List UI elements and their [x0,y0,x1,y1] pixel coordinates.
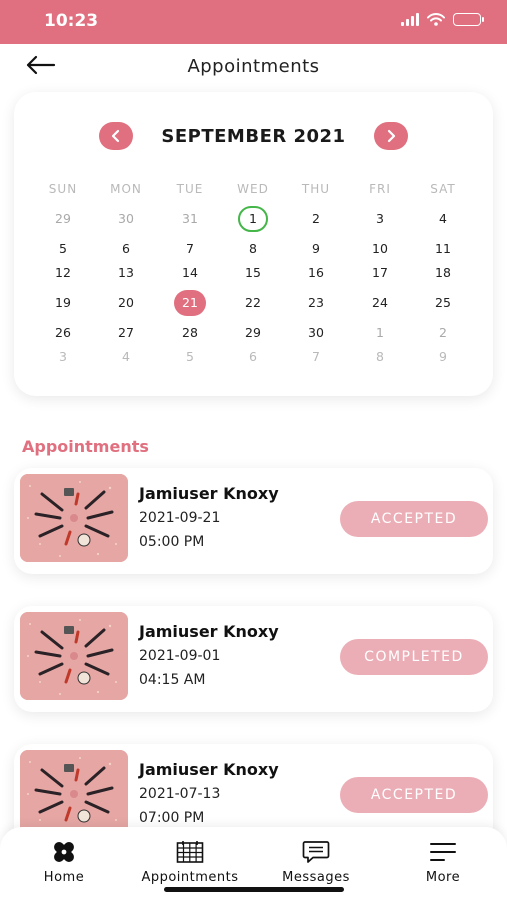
calendar-day[interactable]: 3 [364,206,396,232]
calendar-day[interactable]: 1 [364,320,396,346]
calendar-day[interactable]: 30 [300,320,332,346]
weekday-header: SUN [48,182,78,196]
status-badge[interactable]: ACCEPTED [340,777,488,813]
tab-appointments[interactable]: Appointments [135,839,245,885]
calendar-grid-icon [176,841,204,863]
status-bar: 10:23 [0,0,507,44]
tab-more[interactable]: More [388,839,498,885]
tab-messages[interactable]: Messages [261,839,371,885]
appointment-thumbnail [20,474,128,562]
weekday-header: TUE [176,182,204,196]
calendar-day[interactable]: 7 [300,344,332,370]
makeup-flatlay-image [20,750,128,838]
wifi-icon [427,13,445,26]
tab-home-label: Home [43,870,85,885]
calendar-day[interactable]: 11 [427,236,459,262]
calendar-day[interactable]: 1 [238,206,268,232]
weekday-header: FRI [369,182,391,196]
chevron-right-icon [387,129,396,143]
appointment-time: 05:00 PM [139,534,205,550]
calendar-day[interactable]: 20 [110,290,142,316]
calendar-day[interactable]: 14 [174,260,206,286]
calendar-day[interactable]: 19 [47,290,79,316]
status-badge[interactable]: ACCEPTED [340,501,488,537]
calendar-day[interactable]: 16 [300,260,332,286]
status-badge[interactable]: COMPLETED [340,639,488,675]
appointment-date: 2021-09-01 [139,648,221,664]
calendar-day[interactable]: 3 [47,344,79,370]
calendar-day[interactable]: 24 [364,290,396,316]
tab-messages-label: Messages [282,870,350,885]
calendar-day[interactable]: 18 [427,260,459,286]
tab-appointments-label: Appointments [141,870,239,885]
tab-home[interactable]: Home [9,839,119,885]
month-title: SEPTEMBER 2021 [161,126,346,147]
calendar-day[interactable]: 17 [364,260,396,286]
calendar-day[interactable]: 9 [427,344,459,370]
calendar-day[interactable]: 13 [110,260,142,286]
appointment-time: 04:15 AM [139,672,206,688]
appointment-date: 2021-09-21 [139,510,221,526]
appointment-name: Jamiuser Knoxy [139,622,279,641]
nav-header: Appointments [0,44,507,90]
calendar-day[interactable]: 25 [427,290,459,316]
calendar-day[interactable]: 30 [110,206,142,232]
status-icons [401,13,484,26]
weekday-header: WED [237,182,269,196]
appointment-thumbnail [20,612,128,700]
calendar-day[interactable]: 29 [237,320,269,346]
makeup-flatlay-image [20,474,128,562]
calendar-day[interactable]: 6 [110,236,142,262]
makeup-flatlay-image [20,612,128,700]
appointment-time: 07:00 PM [139,810,205,826]
battery-icon [453,13,484,26]
appointment-card[interactable]: Jamiuser Knoxy 2021-09-01 04:15 AM COMPL… [14,606,493,712]
appointment-name: Jamiuser Knoxy [139,484,279,503]
calendar-day[interactable]: 12 [47,260,79,286]
appointment-thumbnail [20,750,128,838]
calendar-day[interactable]: 8 [237,236,269,262]
calendar-day[interactable]: 8 [364,344,396,370]
bandage-icon [54,842,74,862]
calendar-card: SEPTEMBER 2021 SUN MON TUE WED THU FRI SAT 29 30… [14,92,493,396]
appointment-card[interactable]: Jamiuser Knoxy 2021-09-21 05:00 PM ACCEP… [14,468,493,574]
calendar-day[interactable]: 28 [174,320,206,346]
weekday-header: MON [110,182,142,196]
calendar-day[interactable]: 5 [47,236,79,262]
month-navigation: SEPTEMBER 2021 [14,122,493,154]
tab-more-label: More [425,870,461,885]
calendar-day[interactable]: 15 [237,260,269,286]
calendar-day[interactable]: 26 [47,320,79,346]
calendar-day[interactable]: 7 [174,236,206,262]
weekday-header: THU [301,182,331,196]
calendar-day[interactable]: 2 [427,320,459,346]
page-title: Appointments [187,56,320,77]
calendar-day[interactable]: 29 [47,206,79,232]
appointment-name: Jamiuser Knoxy [139,760,279,779]
status-time: 10:23 [44,11,99,31]
calendar-day[interactable]: 4 [110,344,142,370]
calendar-day[interactable]: 23 [300,290,332,316]
weekday-header: SAT [430,182,456,196]
appointments-section-title: Appointments [22,437,149,456]
chat-bubble-icon [302,841,330,863]
calendar-day[interactable]: 31 [174,206,206,232]
calendar-day[interactable]: 4 [427,206,459,232]
home-indicator [164,887,344,892]
calendar-day[interactable]: 9 [300,236,332,262]
calendar-day[interactable]: 27 [110,320,142,346]
calendar-day[interactable]: 2 [300,206,332,232]
calendar-day[interactable]: 22 [237,290,269,316]
calendar-day[interactable]: 21 [174,290,206,316]
next-month-button[interactable] [374,122,408,150]
appointment-date: 2021-07-13 [139,786,221,802]
signal-icon [401,13,419,26]
calendar-day[interactable]: 10 [364,236,396,262]
calendar-day[interactable]: 5 [174,344,206,370]
menu-lines-icon [430,843,456,861]
calendar-day[interactable]: 6 [237,344,269,370]
